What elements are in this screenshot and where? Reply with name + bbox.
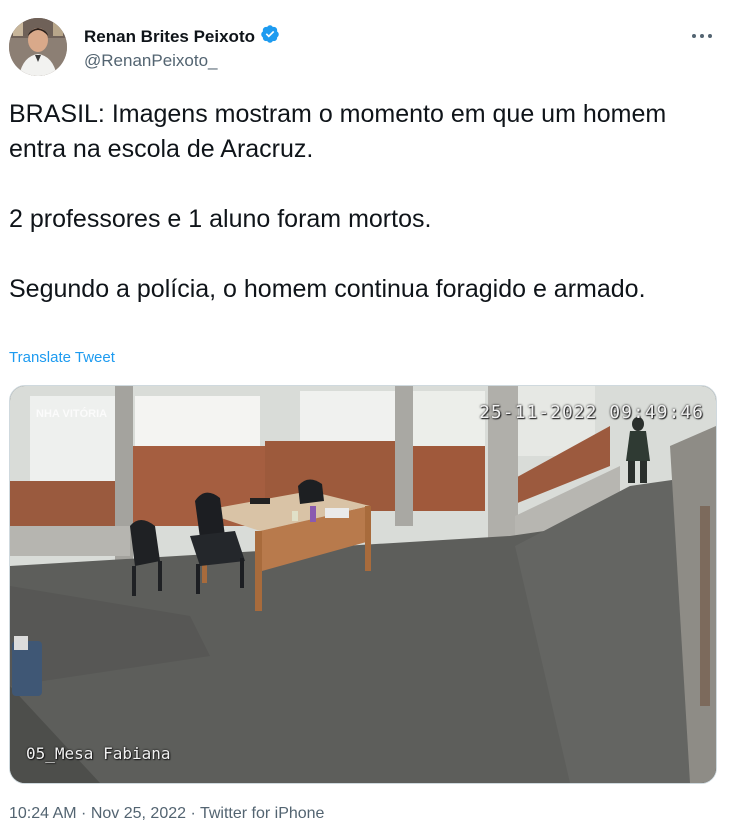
meta-separator: · — [186, 805, 200, 822]
avatar-image — [9, 18, 67, 76]
camera-watermark: NHA VITÓRIA — [36, 408, 108, 420]
tweet-date[interactable]: Nov 25, 2022 — [91, 805, 186, 822]
camera-timestamp: 25-11-2022 09:49:46 — [479, 402, 704, 423]
tweet-paragraph: Segundo a polícia, o homem continua fora… — [9, 275, 646, 303]
author-name[interactable]: Renan Brites Peixoto — [84, 27, 255, 47]
tweet-text: BRASIL: Imagens mostram o momento em que… — [9, 97, 709, 307]
verified-badge-icon — [260, 24, 280, 49]
tweet-paragraph: 2 professores e 1 aluno foram mortos. — [9, 205, 432, 233]
meta-separator: · — [76, 805, 91, 822]
cctv-image — [10, 386, 716, 783]
tweet-meta: 10:24 AM · Nov 25, 2022 · Twitter for iP… — [9, 805, 324, 823]
camera-label: 05_Mesa Fabiana — [26, 744, 171, 763]
author-handle[interactable]: @RenanPeixoto_ — [84, 51, 218, 71]
tweet-time[interactable]: 10:24 AM — [9, 805, 77, 822]
tweet-paragraph: BRASIL: Imagens mostram o momento em que… — [9, 100, 667, 163]
tweet-media[interactable]: NHA VITÓRIA 25-11-2022 09:49:46 05_Mesa … — [9, 385, 717, 784]
tweet-source[interactable]: Twitter for iPhone — [200, 805, 325, 822]
author-name-row[interactable]: Renan Brites Peixoto — [84, 24, 280, 49]
avatar[interactable] — [9, 18, 67, 76]
more-icon[interactable] — [685, 23, 719, 49]
translate-tweet-link[interactable]: Translate Tweet — [9, 349, 115, 366]
